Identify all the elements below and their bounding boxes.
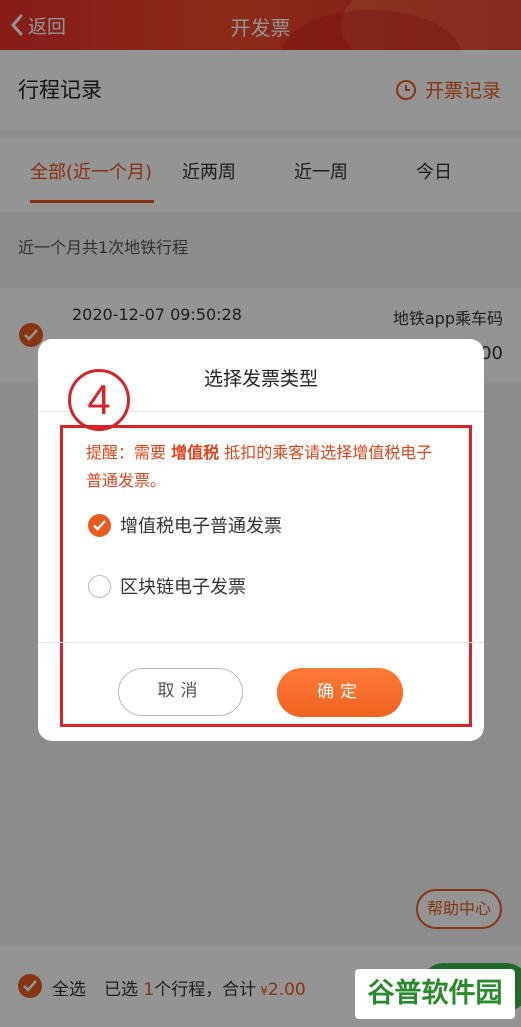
site-watermark: 谷普软件园: [355, 969, 515, 1019]
step-number-annotation: 4: [68, 369, 130, 431]
option-label: 区块链电子发票: [120, 577, 246, 598]
notice-prefix: 提醒：需要: [86, 443, 172, 462]
divider: [38, 642, 484, 643]
radio-unchecked[interactable]: [88, 574, 111, 598]
invoice-type-dialog: 选择发票类型 4 提醒：需要 增值税 抵扣的乘客请选择增值税电子普通发票。 增值…: [38, 339, 484, 741]
radio-checked[interactable]: [88, 513, 111, 537]
notice-bold: 增值税: [171, 443, 220, 462]
option-label: 增值税电子普通发票: [120, 516, 282, 537]
confirm-button[interactable]: 确定: [277, 668, 403, 717]
check-icon: [93, 519, 106, 531]
vat-notice: 提醒：需要 增值税 抵扣的乘客请选择增值税电子普通发票。: [86, 439, 436, 495]
option-vat-invoice[interactable]: 增值税电子普通发票: [88, 512, 282, 538]
option-blockchain-invoice[interactable]: 区块链电子发票: [88, 573, 246, 599]
cancel-button[interactable]: 取消: [118, 668, 243, 716]
